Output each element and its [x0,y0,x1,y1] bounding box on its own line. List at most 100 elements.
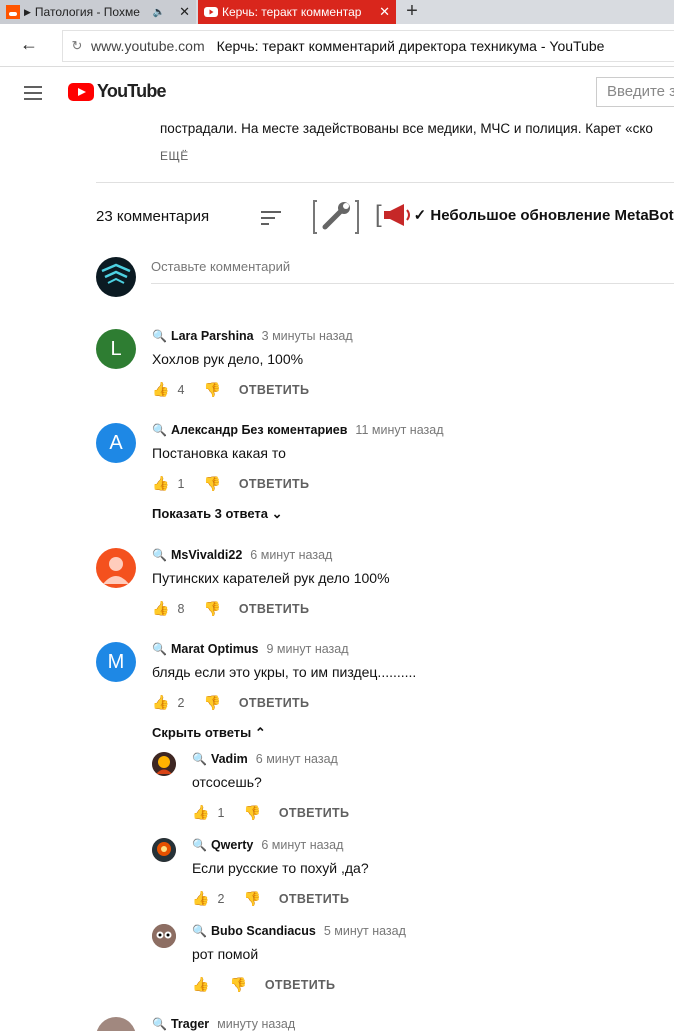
comment-author[interactable]: Lara Parshina [171,329,254,343]
dislike-icon[interactable]: 👍 [203,381,220,398]
default-user-icon [103,557,129,584]
dislike-icon[interactable]: 👍 [243,804,260,821]
comment-author[interactable]: MsVivaldi22 [171,548,242,562]
video-description: пострадали. На месте задействованы все м… [160,121,653,136]
avatar[interactable]: M [96,642,136,682]
comment-time[interactable]: 9 минут назад [266,642,348,656]
search-icon[interactable]: 🔍 [152,1017,167,1031]
dislike-icon[interactable]: 👍 [203,475,220,492]
tab-title: Патология - Похме [34,5,140,19]
search-icon[interactable]: 🔍 [152,548,167,562]
browser-tab[interactable]: ▶ Патология - Похме 🔈 ✕ [0,0,196,24]
new-tab-button[interactable]: + [402,0,422,24]
avatar[interactable] [152,924,176,948]
like-icon[interactable]: 👍 [152,694,169,711]
like-count: 1 [217,805,225,820]
metabot-text: ✓ Небольшое обновление MetaBot о [413,207,674,224]
soundcloud-icon [6,5,20,19]
show-replies-button[interactable]: Показать 3 ответа ⌄ [152,506,283,522]
youtube-favicon-icon [204,7,218,17]
reply-author[interactable]: Vadim [211,752,248,766]
youtube-logo[interactable]: YouTube [68,81,167,102]
speaker-icon[interactable]: 🔈 [153,7,165,18]
add-comment-input[interactable]: Оставьте комментарий [151,259,290,274]
show-more-button[interactable]: ЕЩЁ [160,149,189,163]
comment-author[interactable]: Trager [171,1017,209,1031]
user-avatar-image [101,263,131,284]
avatar[interactable] [96,548,136,588]
metabot-notice[interactable]: [ ✓ Небольшое обновление MetaBot о [375,201,674,229]
like-icon[interactable]: 👍 [152,600,169,617]
dislike-icon[interactable]: 👍 [243,890,260,907]
chevron-up-icon: ⌃ [254,725,266,740]
reload-icon[interactable]: ↻ [63,38,91,54]
like-icon[interactable]: 👍 [192,976,209,993]
address-page-title: Керчь: теракт комментарий директора техн… [216,38,605,54]
comment-author[interactable]: Marat Optimus [171,642,259,656]
search-icon[interactable]: 🔍 [152,642,167,656]
reply-button[interactable]: ОТВЕТИТЬ [239,383,309,397]
avatar[interactable]: L [96,329,136,369]
reply-button[interactable]: ОТВЕТИТЬ [239,602,309,616]
search-icon[interactable]: 🔍 [152,423,167,437]
play-icon: ▶ [24,6,31,17]
close-tab-icon[interactable]: ✕ [379,4,390,20]
reply-button[interactable]: ОТВЕТИТЬ [279,892,349,906]
sort-icon[interactable] [261,211,281,229]
menu-icon[interactable] [24,86,42,100]
comment-time[interactable]: 6 минут назад [250,548,332,562]
dislike-icon[interactable]: 👍 [203,694,220,711]
dislike-icon[interactable]: 👍 [229,976,246,993]
like-icon[interactable]: 👍 [192,804,209,821]
reply-author[interactable]: Qwerty [211,838,253,852]
like-icon[interactable]: 👍 [152,381,169,398]
avatar[interactable] [152,752,176,776]
like-icon[interactable]: 👍 [152,475,169,492]
avatar[interactable] [96,1017,136,1031]
avatar[interactable]: A [96,423,136,463]
comment-author[interactable]: Александр Без коментариев [171,423,347,437]
reply-button[interactable]: ОТВЕТИТЬ [239,696,309,710]
like-count: 2 [217,891,225,906]
comment-time[interactable]: 11 минут назад [355,423,443,437]
user-avatar[interactable] [96,257,136,297]
back-arrow-icon[interactable]: ← [20,34,38,55]
dislike-icon[interactable]: 👍 [203,600,220,617]
reply-time[interactable]: 5 минут назад [324,924,406,938]
browser-tab-active[interactable]: Керчь: теракт комментар ✕ [198,0,396,24]
avatar[interactable] [152,838,176,862]
search-icon[interactable]: 🔍 [192,752,207,766]
like-count: 4 [177,382,185,397]
hide-replies-label: Скрыть ответы [152,725,252,740]
reply-button[interactable]: ОТВЕТИТЬ [279,806,349,820]
reply: 🔍 Qwerty 6 минут назад Если русские то п… [152,838,674,914]
address-bar-row: ← ↻ www.youtube.com Керчь: теракт коммен… [0,24,674,67]
address-bar[interactable]: ↻ www.youtube.com Керчь: теракт коммента… [62,30,674,62]
reply-button[interactable]: ОТВЕТИТЬ [265,978,335,992]
comment: A 🔍 Александр Без коментариев 11 минут н… [96,423,674,503]
comment-time[interactable]: минуту назад [217,1017,295,1031]
comment: M 🔍 Marat Optimus 9 минут назад блядь ес… [96,642,674,722]
chevron-down-icon: ⌄ [271,506,283,521]
search-icon[interactable]: 🔍 [152,329,167,343]
search-icon[interactable]: 🔍 [192,838,207,852]
browser-tab-strip: ▶ Патология - Похме 🔈 ✕ Керчь: теракт ко… [0,0,674,24]
owl-avatar-image [152,924,176,948]
wrench-icon[interactable] [313,199,359,235]
reply-author[interactable]: Bubo Scandiacus [211,924,316,938]
search-icon[interactable]: 🔍 [192,924,207,938]
reply: 🔍 Bubo Scandiacus 5 минут назад рот помо… [152,924,674,1000]
hide-replies-button[interactable]: Скрыть ответы ⌃ [152,725,266,741]
like-icon[interactable]: 👍 [192,890,209,907]
reply-time[interactable]: 6 минут назад [261,838,343,852]
reply-text: отсосешь? [192,774,262,790]
close-tab-icon[interactable]: ✕ [179,4,190,20]
youtube-play-icon [68,82,94,101]
search-input[interactable]: Введите з [596,77,674,107]
megaphone-icon [383,204,410,226]
like-count: 2 [177,695,185,710]
reply-button[interactable]: ОТВЕТИТЬ [239,477,309,491]
reply-time[interactable]: 6 минут назад [256,752,338,766]
comment-time[interactable]: 3 минуты назад [262,329,353,343]
comment: L 🔍 Lara Parshina 3 минуты назад Хохлов … [96,329,674,409]
